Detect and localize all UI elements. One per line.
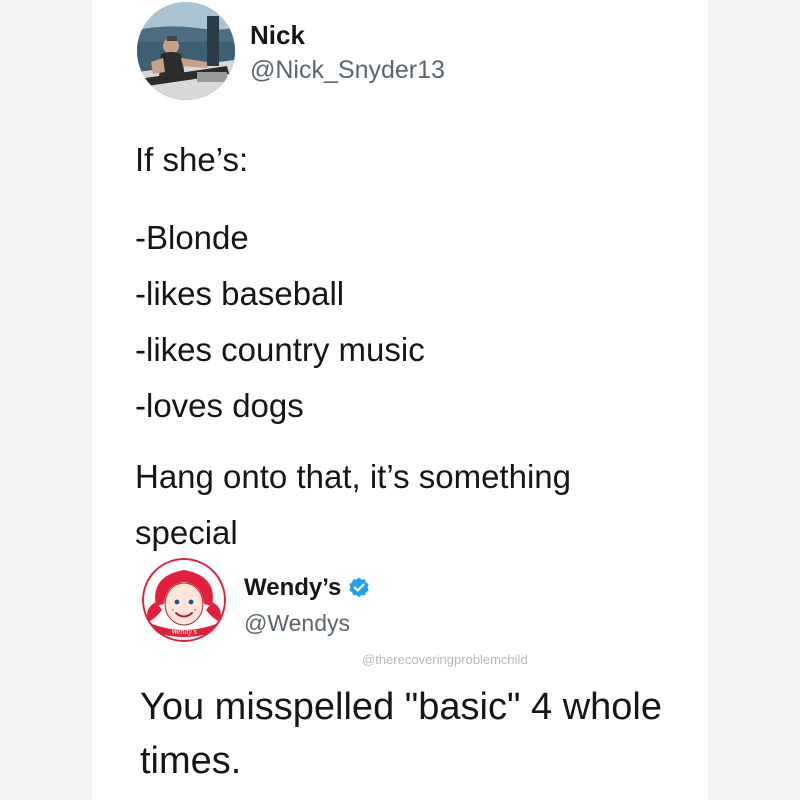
reply-author-row[interactable]: Wendy’s [244, 574, 371, 602]
verified-badge-icon [349, 577, 369, 598]
avatar-photo [137, 2, 235, 100]
reply-text-line: times. [140, 740, 242, 782]
tweet-text-line: -Blonde [135, 219, 249, 256]
tweet-text-line: -loves dogs [135, 387, 304, 424]
wendys-avatar[interactable]: Wendy's [142, 558, 226, 642]
reply-author-handle[interactable]: @Wendys [244, 610, 350, 637]
tweet-text-line: Hang onto that, it’s something [135, 458, 571, 495]
tweet-text-line: special [135, 514, 238, 551]
author-name[interactable]: Nick [250, 20, 305, 51]
reply-author-name[interactable]: Wendy’s [244, 574, 341, 602]
logo-wordmark: Wendy's [171, 627, 197, 636]
reply-text-line: You misspelled "basic" 4 whole [140, 686, 662, 728]
nick-avatar[interactable] [137, 2, 235, 100]
author-handle[interactable]: @Nick_Snyder13 [250, 56, 445, 85]
tweet-text-line: If she’s: [135, 141, 249, 178]
watermark: @therecoveringproblemchild [362, 652, 528, 667]
wendys-logo-icon: Wendy's [142, 558, 226, 642]
tweet-card: Nick @Nick_Snyder13 If she’s: -Blonde -l… [92, 0, 708, 800]
tweet-text-line: -likes baseball [135, 275, 345, 312]
tweet-text-line: -likes country music [135, 331, 425, 368]
